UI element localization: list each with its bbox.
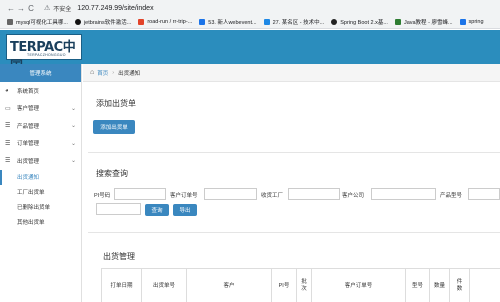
- sidebar-item-products[interactable]: ☰ 产品管理 ⌄: [0, 117, 81, 135]
- bookmark-favicon-icon: [394, 19, 401, 25]
- sidebar-subitem-factory-shipment[interactable]: 工厂出货单: [0, 185, 81, 200]
- bookmark-favicon-icon: [199, 19, 206, 25]
- sidebar-item-shipments[interactable]: ☰ 出货管理 ⌄: [0, 152, 81, 170]
- sidebar-title: 管理系统: [0, 64, 81, 82]
- product-model-label: 产品型号: [440, 193, 463, 199]
- sidebar-subitem-other-shipment[interactable]: 其他出货单: [0, 215, 81, 230]
- pi-number-input[interactable]: [114, 188, 166, 200]
- column-header-customer[interactable]: 客户: [187, 269, 272, 302]
- bookmark-item[interactable]: Java教程 - 廖雪峰...: [394, 18, 453, 26]
- sidebar-item-orders[interactable]: ☰ 订单管理 ⌄: [0, 135, 81, 153]
- security-label: 不安全: [53, 6, 72, 13]
- sidebar-item-customers[interactable]: ▭ 客户管理 ⌄: [0, 100, 81, 118]
- bookmark-item[interactable]: road-run / rr-trip-...: [138, 19, 192, 25]
- monitor-icon: ▭: [5, 105, 11, 112]
- customer-company-label: 客户公司: [342, 193, 365, 199]
- reload-button[interactable]: C: [26, 2, 36, 14]
- chevron-down-icon: ⌄: [70, 158, 76, 165]
- column-header-pi-number[interactable]: PI号: [272, 269, 297, 302]
- customer-order-input[interactable]: [204, 188, 257, 200]
- bookmark-item[interactable]: mysql可视化工具哪...: [7, 18, 68, 26]
- receiving-factory-label: 收货工厂: [261, 193, 284, 199]
- sidebar-subitem-shipment-notice[interactable]: 出货通知: [0, 169, 81, 185]
- back-button[interactable]: ←: [6, 2, 16, 14]
- add-shipment-button[interactable]: 添加出货单: [93, 120, 135, 134]
- browser-toolbar: ← → C ⚠ 不安全 120.77.249.99/site/index: [0, 0, 500, 16]
- bookmark-favicon-icon: [331, 19, 338, 25]
- divider: [88, 232, 500, 233]
- bookmark-favicon-icon: [263, 19, 270, 25]
- chevron-down-icon: ⌄: [70, 123, 76, 130]
- app-header: TERPAC中国 TERPACZHONGGUO: [0, 30, 500, 74]
- warning-icon: ⚠: [44, 5, 51, 12]
- search-section-title: 搜索查询: [96, 169, 128, 178]
- breadcrumb-home[interactable]: 首页: [97, 69, 108, 77]
- bookmarks-bar: mysql可视化工具哪... jetbrains软件激活... road-run…: [0, 16, 500, 29]
- sidebar-subitem-deleted-shipment[interactable]: 已删除出货单: [0, 200, 81, 215]
- column-header-pieces[interactable]: 件数: [450, 269, 470, 302]
- sidebar: 管理系统 ◕ 系统首页 ▭ 客户管理 ⌄ ☰ 产品管理 ⌄ ☰ 订单管理 ⌄ ☰…: [0, 64, 82, 302]
- customer-company-input[interactable]: [371, 188, 436, 200]
- dashboard-icon: ◕: [5, 87, 9, 94]
- customer-order-label: 客户订单号: [170, 193, 198, 199]
- column-header-batch[interactable]: 批次: [297, 269, 312, 302]
- logo-subtext: TERPACZHONGGUO: [27, 53, 66, 57]
- divider: [88, 152, 500, 153]
- table-section-title: 出货管理: [103, 252, 135, 261]
- receiving-factory-input[interactable]: [288, 188, 340, 200]
- add-section-title: 添加出货单: [96, 99, 136, 108]
- forward-button[interactable]: →: [16, 2, 26, 14]
- export-button[interactable]: 导出: [173, 204, 197, 216]
- product-model-input[interactable]: [468, 188, 500, 200]
- logo: TERPAC中国 TERPACZHONGGUO: [6, 34, 82, 74]
- bookmark-item[interactable]: 53. 新人webevent...: [199, 18, 257, 26]
- bookmark-favicon-icon: [7, 19, 13, 25]
- breadcrumb-separator-icon: ›: [112, 69, 115, 76]
- home-icon[interactable]: ⌂: [90, 69, 94, 76]
- gitlab-icon: [138, 19, 145, 25]
- bookmark-item[interactable]: 27. 某名区 - 技术中...: [263, 18, 324, 26]
- main-content: 添加出货单 添加出货单 搜索查询 PI号码 客户订单号 收货工厂 客户公司 产品…: [83, 82, 500, 302]
- chevron-down-icon: ⌄: [70, 140, 76, 147]
- bookmark-item[interactable]: Spring Boot 2.x基...: [331, 18, 388, 26]
- date-input[interactable]: [96, 203, 141, 215]
- column-header-quantity[interactable]: 数量: [430, 269, 450, 302]
- bookmark-favicon-icon: [459, 19, 466, 25]
- bookmark-item[interactable]: spring: [459, 19, 484, 25]
- query-button[interactable]: 查询: [145, 204, 169, 216]
- sidebar-item-dashboard[interactable]: ◕ 系统首页: [0, 82, 81, 100]
- breadcrumb-current: 出货通知: [118, 70, 141, 77]
- list-icon: ☰: [5, 140, 11, 147]
- bookmark-item[interactable]: jetbrains软件激活...: [74, 18, 131, 26]
- breadcrumb: ⌂ 首页 › 出货通知: [83, 64, 500, 82]
- pi-number-label: PI号码: [94, 193, 111, 199]
- chevron-down-icon: ⌄: [70, 105, 76, 112]
- column-header-model[interactable]: 型号: [406, 269, 430, 302]
- shipment-table: 打单日期 出货单号 客户 PI号 批次 客户订单号 型号 数量 件数: [101, 268, 500, 302]
- column-header-customer-order[interactable]: 客户订单号: [312, 269, 406, 302]
- list-icon: ☰: [5, 158, 11, 165]
- list-icon: ☰: [5, 123, 11, 130]
- url-text[interactable]: 120.77.249.99/site/index: [77, 5, 153, 12]
- column-header-order-date[interactable]: 打单日期: [102, 269, 142, 302]
- address-bar[interactable]: ⚠ 不安全 120.77.249.99/site/index: [44, 2, 154, 14]
- column-header-shipment-no[interactable]: 出货单号: [142, 269, 187, 302]
- bookmark-favicon-icon: [74, 19, 81, 25]
